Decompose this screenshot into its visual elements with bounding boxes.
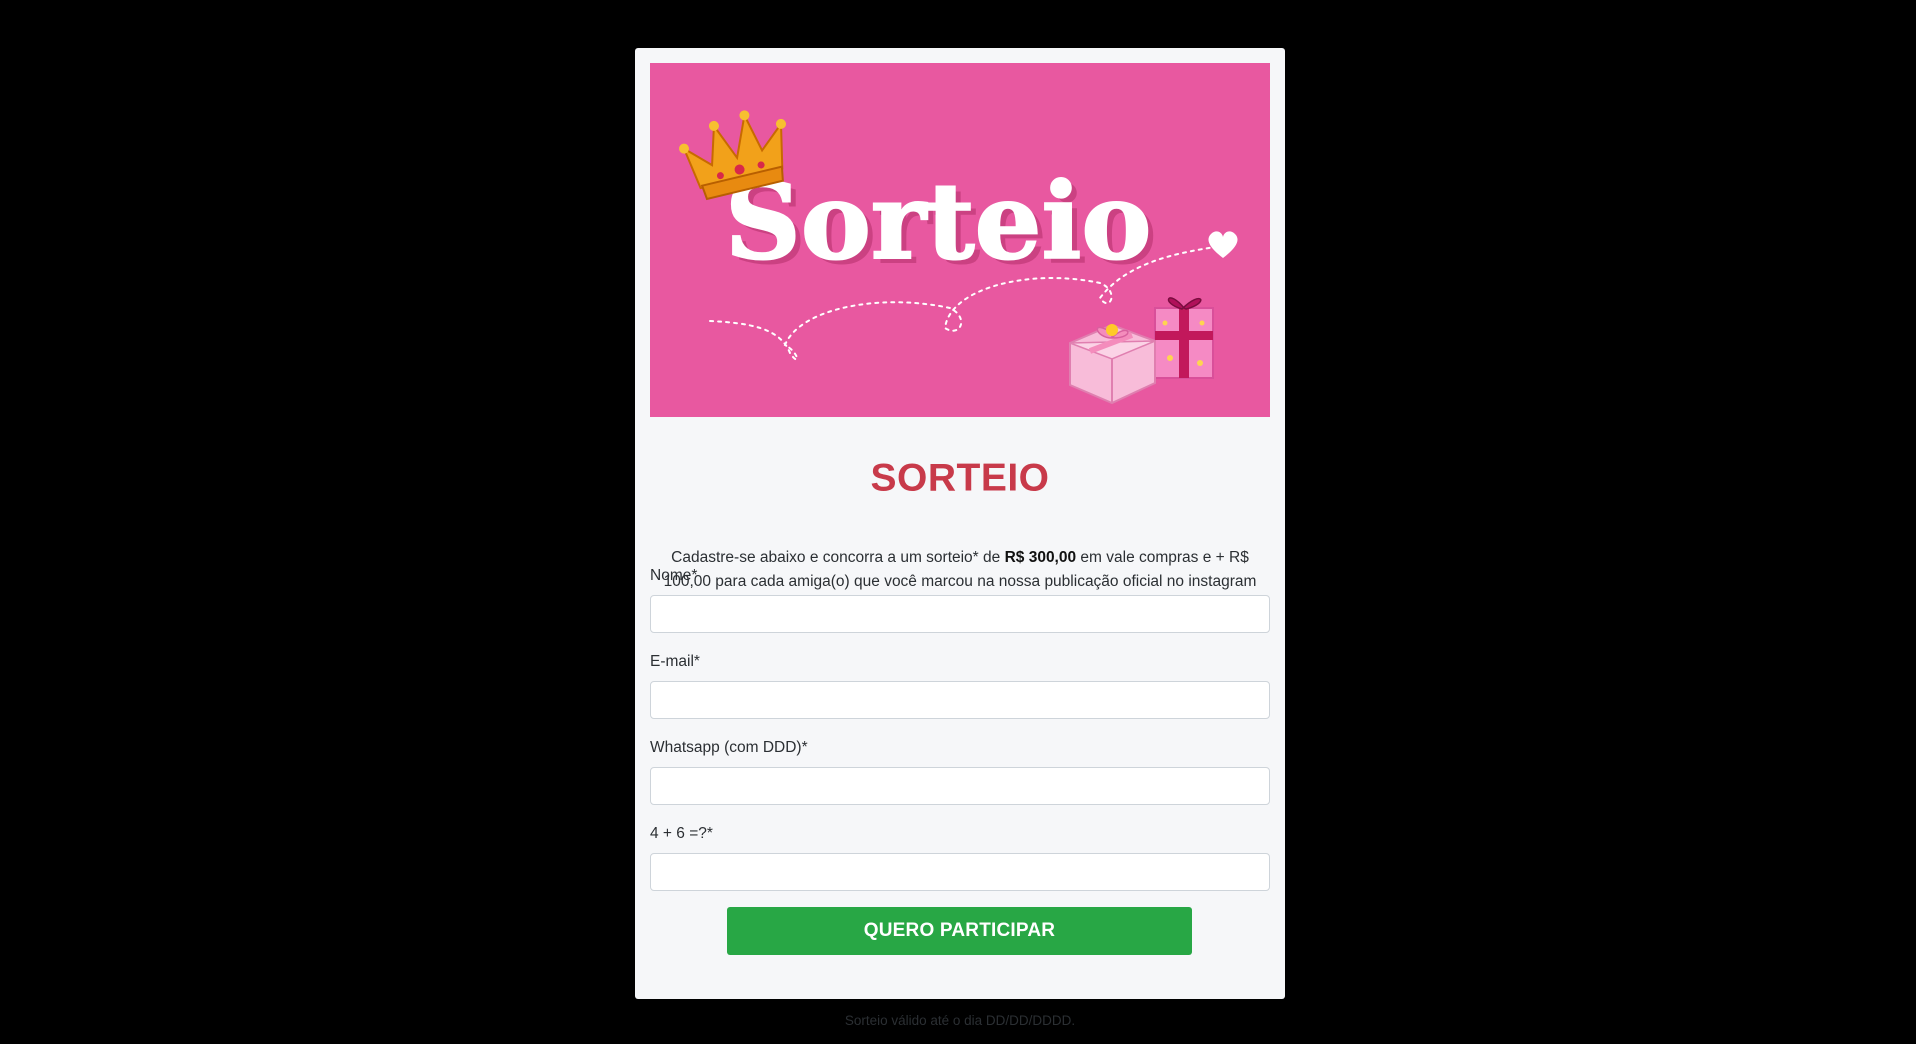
name-field[interactable] — [650, 595, 1270, 633]
whatsapp-label: Whatsapp (com DDD)* — [650, 739, 808, 756]
name-label: Nome* — [650, 567, 698, 584]
raffle-description: Cadastre-se abaixo e concorra a um sorte… — [650, 546, 1270, 594]
email-label: E-mail* — [650, 653, 700, 670]
submit-button[interactable]: QUERO PARTICIPAR — [727, 907, 1192, 955]
logo-text: Sorteio — [725, 159, 1151, 283]
email-field[interactable] — [650, 681, 1270, 719]
captcha-field[interactable] — [650, 853, 1270, 891]
prize-amount: R$ 300,00 — [1004, 549, 1077, 566]
page-title: SORTEIO — [870, 456, 1050, 500]
raffle-card: Sorteio Sorteio SORTEIO Cadastre-se abai… — [635, 48, 1285, 1028]
description-intro: Cadastre-se abaixo e concorra a um sorte… — [671, 549, 1005, 566]
captcha-label: 4 + 6 =?* — [650, 825, 713, 842]
raffle-banner: Sorteio Sorteio — [650, 63, 1270, 417]
validity-note: Sorteio válido até o dia DD/DD/DDDD. — [844, 1013, 1076, 1028]
whatsapp-field[interactable] — [650, 767, 1270, 805]
